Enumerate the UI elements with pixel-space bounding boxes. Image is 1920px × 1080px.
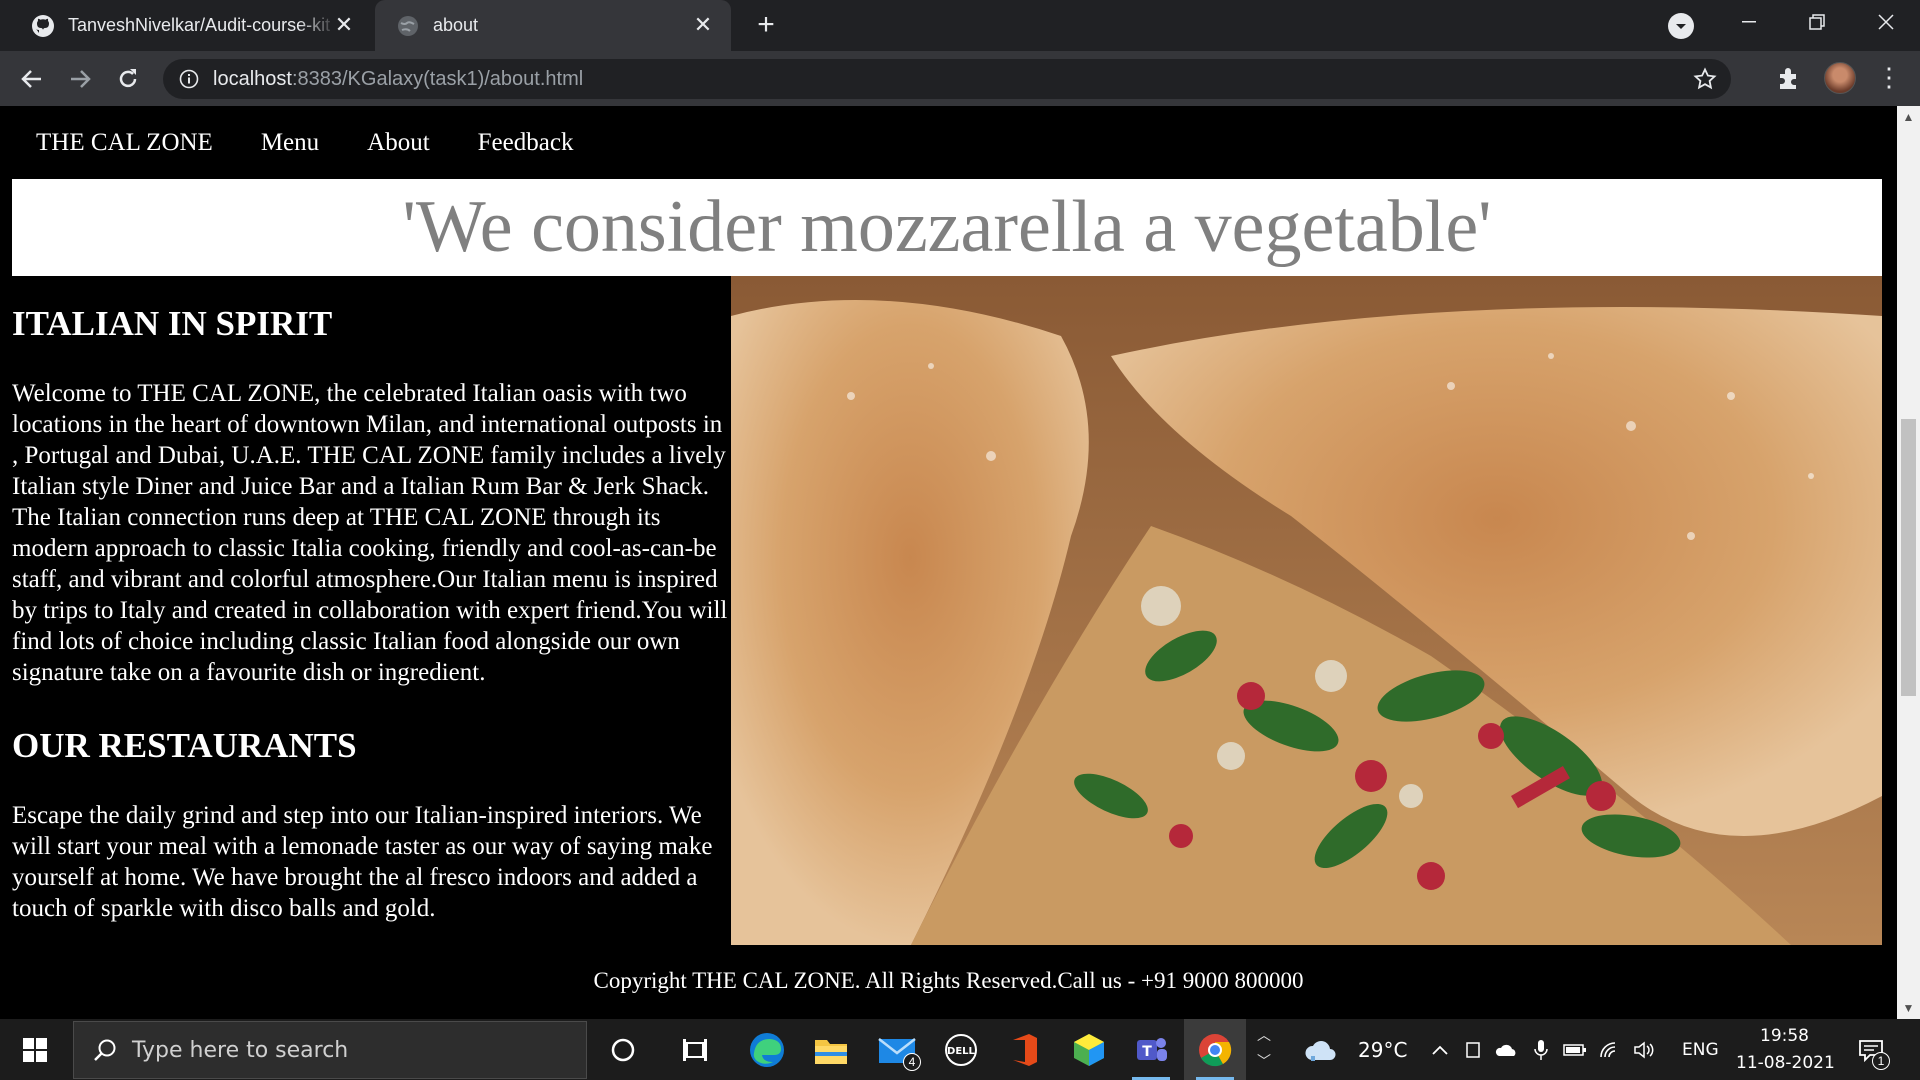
browser-toolbar: localhost:8383/KGalaxy(task1)/about.html <box>0 51 1920 106</box>
tab-title: about <box>433 15 479 35</box>
cube-app-icon[interactable] <box>1058 1019 1120 1080</box>
close-tab-icon[interactable]: ✕ <box>334 14 354 36</box>
dell-icon[interactable]: DELL <box>930 1019 992 1080</box>
close-window-icon[interactable] <box>1855 0 1917 44</box>
address-bar[interactable]: localhost:8383/KGalaxy(task1)/about.html <box>163 59 1731 99</box>
section-heading: ITALIAN IN SPIRIT <box>12 304 333 343</box>
wifi-icon[interactable] <box>1594 1019 1626 1080</box>
page-viewport: THE CAL ZONE Menu About Feedback 'We con… <box>0 106 1897 1019</box>
tab-about[interactable]: about ✕ <box>375 0 731 51</box>
show-hidden-icons-icon[interactable] <box>1424 1019 1456 1080</box>
section-body: Welcome to THE CAL ZONE, the celebrated … <box>12 380 728 686</box>
extensions-puzzle-icon[interactable] <box>1776 65 1802 91</box>
github-icon <box>30 13 56 39</box>
minimize-icon[interactable] <box>1718 0 1780 44</box>
scroll-down-icon[interactable]: ▼ <box>1897 997 1920 1019</box>
url-text: localhost:8383/KGalaxy(task1)/about.html <box>213 68 583 91</box>
nav-feedback-link[interactable]: Feedback <box>478 129 574 157</box>
browser-tab-strip: TanveshNivelkar/Audit-course-kit ✕ about… <box>0 0 1920 51</box>
tab-github[interactable]: TanveshNivelkar/Audit-course-kit ✕ <box>10 0 372 51</box>
site-info-icon[interactable] <box>179 69 199 89</box>
weather-temp[interactable]: 29°C <box>1358 1038 1407 1062</box>
cortana-icon[interactable] <box>592 1019 654 1080</box>
clock-date[interactable]: 11-08-2021 <box>1736 1053 1835 1073</box>
notifications-icon[interactable]: 1 <box>1846 1019 1896 1080</box>
windows-taskbar: Type here to search 4 DELL T ︿ ﹀ 29°C EN… <box>0 1019 1920 1080</box>
onedrive-icon[interactable] <box>1490 1019 1524 1080</box>
url-host: localhost <box>213 68 292 90</box>
taskbar-search-input[interactable]: Type here to search <box>73 1021 587 1079</box>
taskbar-overflow-chevron-icon[interactable]: ︿ ﹀ <box>1250 1019 1278 1080</box>
new-tab-button[interactable]: + <box>750 10 782 42</box>
search-icon <box>92 1038 118 1064</box>
about-content: ITALIAN IN SPIRIT Welcome to THE CAL ZON… <box>12 276 732 924</box>
mail-badge: 4 <box>903 1053 921 1071</box>
tab-search-icon[interactable] <box>1668 13 1694 39</box>
clock-time[interactable]: 19:58 <box>1760 1026 1809 1046</box>
page-scrollbar[interactable]: ▲ ▼ <box>1897 106 1920 1019</box>
restore-icon[interactable] <box>1786 0 1848 44</box>
microphone-icon[interactable] <box>1526 1019 1556 1080</box>
file-explorer-icon[interactable] <box>800 1019 862 1080</box>
calzone-photo <box>731 276 1882 945</box>
scrollbar-thumb[interactable] <box>1901 419 1916 696</box>
close-tab-icon[interactable]: ✕ <box>693 14 713 36</box>
svg-text:DELL: DELL <box>947 1046 976 1057</box>
battery-icon[interactable] <box>1558 1019 1592 1080</box>
page-footer: Copyright THE CAL ZONE. All Rights Reser… <box>593 968 1304 993</box>
task-view-icon[interactable] <box>664 1019 726 1080</box>
meet-now-icon[interactable] <box>1458 1019 1488 1080</box>
url-path: :8383/KGalaxy(task1)/about.html <box>291 68 584 90</box>
reload-icon[interactable] <box>110 61 146 97</box>
weather-cloud-icon[interactable] <box>1300 1019 1340 1080</box>
section-heading: OUR RESTAURANTS <box>12 726 357 765</box>
quote-banner: 'We consider mozzarella a vegetable' <box>12 179 1882 276</box>
mail-icon[interactable]: 4 <box>866 1019 928 1080</box>
windows-start-icon[interactable] <box>0 1019 70 1080</box>
language-indicator[interactable]: ENG <box>1682 1040 1719 1060</box>
section-body: Escape the daily grind and step into our… <box>12 802 713 922</box>
nav-about-link[interactable]: About <box>367 129 430 157</box>
chrome-icon[interactable] <box>1184 1019 1246 1080</box>
edge-icon[interactable] <box>736 1019 798 1080</box>
office-icon[interactable] <box>994 1019 1056 1080</box>
scroll-up-icon[interactable]: ▲ <box>1897 106 1920 128</box>
volume-icon[interactable] <box>1628 1019 1660 1080</box>
back-arrow-icon[interactable] <box>14 61 50 97</box>
profile-avatar[interactable] <box>1824 62 1856 94</box>
bookmark-star-icon[interactable] <box>1693 67 1717 91</box>
globe-icon <box>395 13 421 39</box>
search-placeholder: Type here to search <box>132 1038 349 1063</box>
teams-icon[interactable]: T <box>1120 1019 1182 1080</box>
tab-title: TanveshNivelkar/Audit-course-kit <box>68 15 331 35</box>
nav-brand-link[interactable]: THE CAL ZONE <box>36 129 213 157</box>
chrome-menu-icon[interactable]: ⋮ <box>1876 62 1902 94</box>
forward-arrow-icon[interactable] <box>62 61 98 97</box>
notifications-badge: 1 <box>1872 1052 1890 1070</box>
nav-menu-link[interactable]: Menu <box>261 129 319 157</box>
site-nav: THE CAL ZONE Menu About Feedback <box>0 106 1897 179</box>
svg-text:T: T <box>1142 1044 1152 1060</box>
banner-quote: 'We consider mozzarella a vegetable' <box>402 186 1492 268</box>
